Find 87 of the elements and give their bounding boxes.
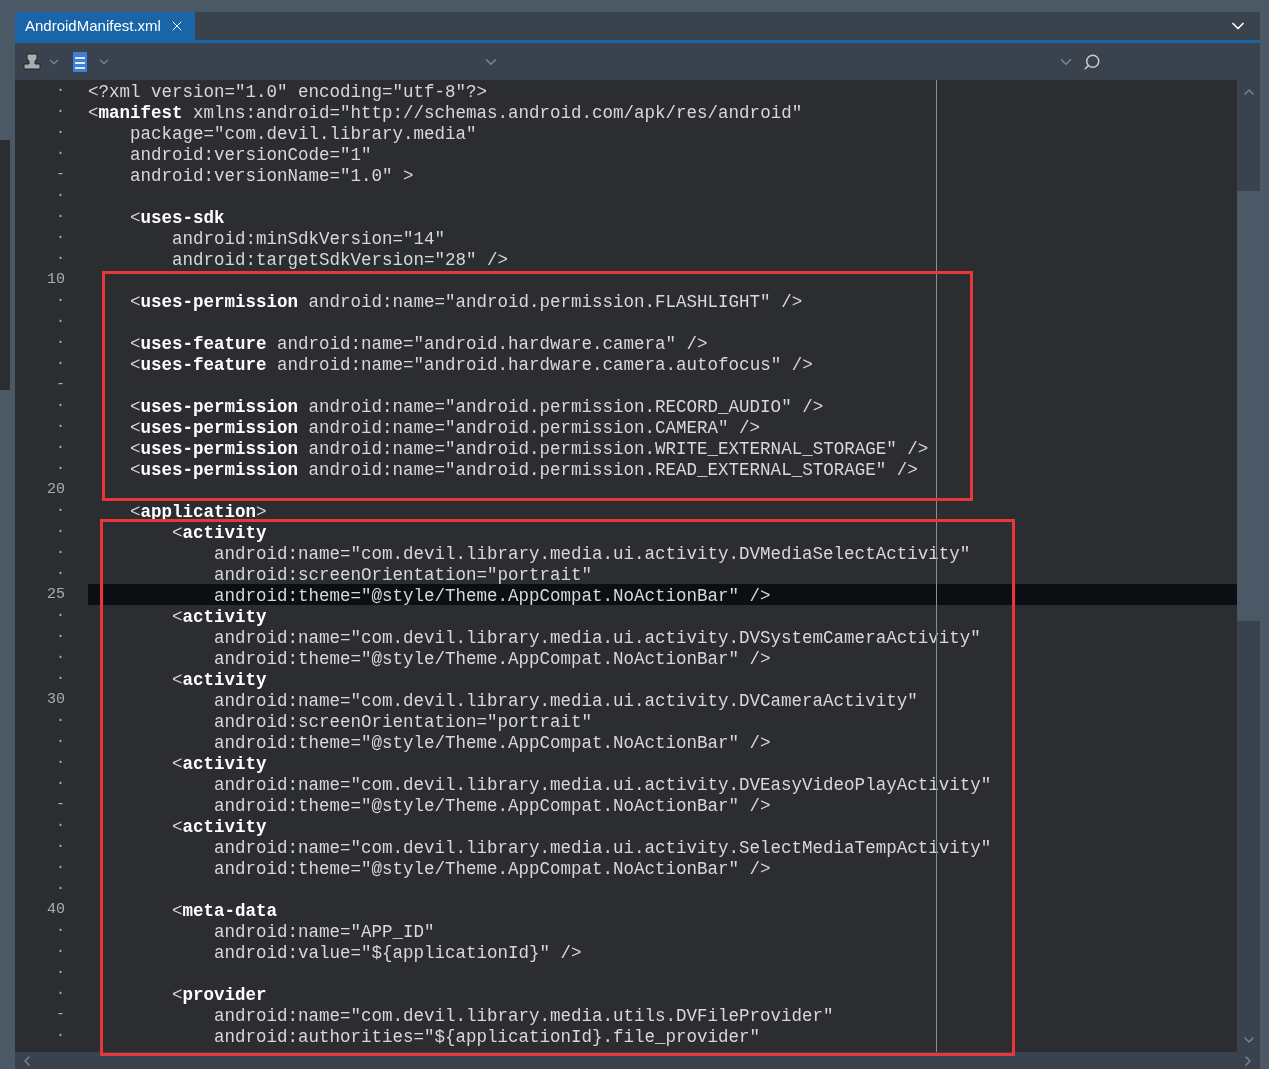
line-number: -	[55, 1005, 65, 1025]
line-number: ·	[55, 291, 65, 311]
code-text: android:versionName="1.0" >	[129, 166, 414, 186]
line-number: ·	[55, 228, 65, 248]
code-text: android:name="com.devil.library.media.ui.activity.DVCameraActivity"	[213, 691, 918, 711]
code-text: <uses-permission android:name="android.permission.CAMERA" />	[129, 418, 761, 438]
line-number: ·	[55, 312, 65, 332]
code-text: <uses-feature android:name="android.hardware.camera" />	[129, 334, 708, 354]
code-text: android:value="${applicationId}" />	[213, 943, 582, 963]
search-icon[interactable]	[1083, 52, 1101, 71]
code-text: <uses-permission android:name="android.permission.READ_EXTERNAL_STORAGE" />	[129, 460, 918, 480]
line-number: -	[55, 165, 65, 185]
line-number: ·	[55, 207, 65, 227]
line-number: ·	[55, 333, 65, 353]
code-text: <uses-permission android:name="android.permission.RECORD_AUDIO" />	[129, 397, 824, 417]
line-number: ·	[55, 144, 65, 164]
line-number: ·	[55, 417, 65, 437]
line-number: ·	[55, 732, 65, 752]
line-number: ·	[55, 1026, 65, 1046]
line-number: ·	[55, 858, 65, 878]
line-number: ·	[55, 459, 65, 479]
code-text: <manifest xmlns:android="http://schemas.android.com/apk/res/android"	[88, 103, 803, 123]
line-number: -	[55, 795, 65, 815]
line-number: 25	[46, 585, 65, 605]
code-text: <application>	[129, 502, 267, 522]
code-text: android:theme="@style/Theme.AppCompat.NoActionBar" />	[213, 859, 771, 879]
line-number: ·	[55, 249, 65, 269]
code-text: <provider	[171, 985, 267, 1005]
code-text: <activity	[171, 607, 267, 627]
line-number: ·	[55, 186, 65, 206]
line-number: ·	[55, 564, 65, 584]
code-text: android:theme="@style/Theme.AppCompat.NoActionBar" />	[213, 586, 771, 606]
line-number: ·	[55, 648, 65, 668]
line-number: ·	[55, 921, 65, 941]
line-number: ·	[55, 501, 65, 521]
scrollbar-thumb[interactable]	[1237, 191, 1260, 621]
code-text: android:minSdkVersion="14"	[171, 229, 446, 249]
code-text: <uses-permission android:name="android.permission.FLASHLIGHT" />	[129, 292, 803, 312]
line-number: ·	[55, 963, 65, 983]
code-text: android:theme="@style/Theme.AppCompat.NoActionBar" />	[213, 796, 771, 816]
line-number: ·	[55, 522, 65, 542]
line-number: ·	[55, 81, 65, 101]
code-text: <activity	[171, 670, 267, 690]
code-text: <?xml version="1.0" encoding="utf-8"?>	[88, 82, 488, 102]
line-number: ·	[55, 606, 65, 626]
line-number: ·	[55, 879, 65, 899]
line-number: ·	[55, 711, 65, 731]
code-text: android:name="com.devil.library.media.utils.DVFileProvider"	[213, 1006, 834, 1026]
line-number: 40	[46, 900, 65, 920]
line-number: ·	[55, 396, 65, 416]
file-tab[interactable]: AndroidManifest.xml	[15, 12, 195, 40]
code-text: <meta-data	[171, 901, 278, 921]
line-number: ·	[55, 753, 65, 773]
line-number: ·	[55, 627, 65, 647]
code-text: <uses-feature android:name="android.hardware.camera.autofocus" />	[129, 355, 813, 375]
code-text: android:theme="@style/Theme.AppCompat.NoActionBar" />	[213, 649, 771, 669]
line-number: ·	[55, 543, 65, 563]
code-text: package="com.devil.library.media"	[129, 124, 477, 144]
code-text: android:versionCode="1"	[129, 145, 372, 165]
code-text: <activity	[171, 817, 267, 837]
code-text: android:authorities="${applicationId}.file_provider"	[213, 1027, 761, 1047]
line-number: ·	[55, 123, 65, 143]
code-text: <uses-permission android:name="android.permission.WRITE_EXTERNAL_STORAGE" />	[129, 439, 929, 459]
code-text: <activity	[171, 754, 267, 774]
code-text: <uses-sdk	[129, 208, 225, 228]
stamp-icon[interactable]	[21, 50, 43, 73]
line-number: ·	[55, 984, 65, 1004]
line-number: ·	[55, 438, 65, 458]
line-number: ·	[55, 102, 65, 122]
line-number: 20	[46, 480, 65, 500]
code-text: android:screenOrientation="portrait"	[213, 712, 593, 732]
line-number: ·	[55, 942, 65, 962]
document-icon[interactable]	[71, 50, 89, 73]
line-number: ·	[55, 669, 65, 689]
line-number: -	[55, 375, 65, 395]
line-number: ·	[55, 816, 65, 836]
code-text: android:theme="@style/Theme.AppCompat.NoActionBar" />	[213, 733, 771, 753]
code-text: <activity	[171, 523, 267, 543]
horizontal-scrollbar[interactable]	[15, 1052, 1260, 1069]
line-number: ·	[55, 354, 65, 374]
line-number: ·	[55, 837, 65, 857]
line-number: ·	[55, 774, 65, 794]
line-number: 30	[46, 690, 65, 710]
code-text: android:screenOrientation="portrait"	[213, 565, 593, 585]
code-text: android:name="APP_ID"	[213, 922, 435, 942]
code-text: android:targetSdkVersion="28" />	[171, 250, 509, 270]
line-number: 10	[46, 270, 65, 290]
